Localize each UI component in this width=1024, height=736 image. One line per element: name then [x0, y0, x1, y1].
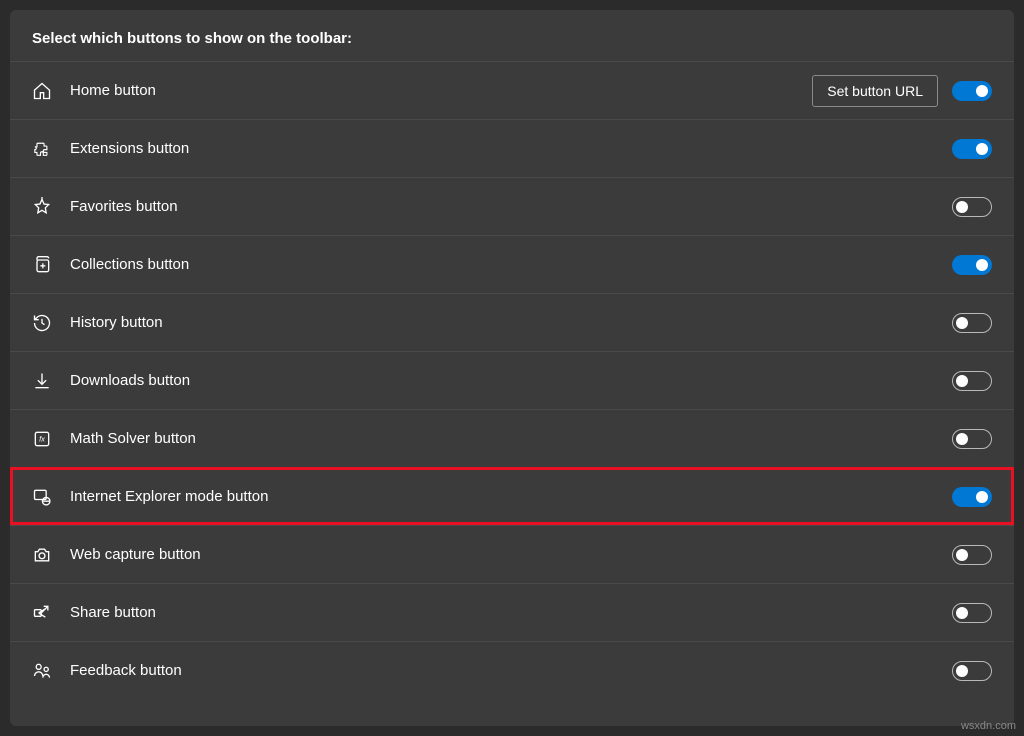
toggle-knob: [956, 607, 968, 619]
row-share: Share button: [10, 583, 1014, 641]
row-actions: [952, 545, 992, 565]
toggle-math-solver[interactable]: [952, 429, 992, 449]
row-label: Internet Explorer mode button: [70, 488, 952, 505]
row-history: History button: [10, 293, 1014, 351]
row-label: Math Solver button: [70, 430, 952, 447]
feedback-icon: [32, 661, 52, 681]
row-label: Feedback button: [70, 662, 952, 679]
row-actions: [952, 603, 992, 623]
toggle-ie-mode[interactable]: [952, 487, 992, 507]
row-home: Home buttonSet button URL: [10, 61, 1014, 119]
row-downloads: Downloads button: [10, 351, 1014, 409]
row-actions: [952, 197, 992, 217]
panel-header: Select which buttons to show on the tool…: [10, 10, 1014, 61]
row-actions: [952, 313, 992, 333]
toggle-extensions[interactable]: [952, 139, 992, 159]
row-label: Favorites button: [70, 198, 952, 215]
share-icon: [32, 603, 52, 623]
math-icon: fx: [32, 429, 52, 449]
row-actions: [952, 139, 992, 159]
watermark: wsxdn.com: [961, 720, 1016, 732]
collections-icon: [32, 255, 52, 275]
row-label: Extensions button: [70, 140, 952, 157]
row-extensions: Extensions button: [10, 119, 1014, 177]
toggle-downloads[interactable]: [952, 371, 992, 391]
history-icon: [32, 313, 52, 333]
toggle-history[interactable]: [952, 313, 992, 333]
toggle-knob: [976, 143, 988, 155]
row-label: Home button: [70, 82, 812, 99]
set-button-url-button[interactable]: Set button URL: [812, 75, 938, 107]
toggle-knob: [956, 317, 968, 329]
toggle-knob: [956, 549, 968, 561]
row-actions: [952, 429, 992, 449]
download-icon: [32, 371, 52, 391]
puzzle-icon: [32, 139, 52, 159]
row-actions: Set button URL: [812, 75, 992, 107]
svg-text:fx: fx: [39, 434, 45, 443]
row-ie-mode: Internet Explorer mode button: [10, 467, 1014, 525]
row-favorites: Favorites button: [10, 177, 1014, 235]
toggle-home[interactable]: [952, 81, 992, 101]
star-icon: [32, 197, 52, 217]
row-math-solver: fx Math Solver button: [10, 409, 1014, 467]
ie-icon: [32, 487, 52, 507]
row-actions: [952, 661, 992, 681]
rows-container: Home buttonSet button URL Extensions butt…: [10, 61, 1014, 699]
row-feedback: Feedback button: [10, 641, 1014, 699]
row-label: Downloads button: [70, 372, 952, 389]
toggle-knob: [956, 665, 968, 677]
row-label: Collections button: [70, 256, 952, 273]
camera-icon: [32, 545, 52, 565]
row-actions: [952, 255, 992, 275]
toggle-web-capture[interactable]: [952, 545, 992, 565]
toggle-knob: [976, 85, 988, 97]
toggle-feedback[interactable]: [952, 661, 992, 681]
home-icon: [32, 81, 52, 101]
row-label: History button: [70, 314, 952, 331]
toggle-knob: [956, 433, 968, 445]
toggle-knob: [976, 259, 988, 271]
toggle-knob: [956, 375, 968, 387]
toggle-share[interactable]: [952, 603, 992, 623]
toggle-knob: [976, 491, 988, 503]
toggle-favorites[interactable]: [952, 197, 992, 217]
row-label: Share button: [70, 604, 952, 621]
toggle-knob: [956, 201, 968, 213]
row-collections: Collections button: [10, 235, 1014, 293]
row-actions: [952, 371, 992, 391]
toolbar-buttons-panel: Select which buttons to show on the tool…: [10, 10, 1014, 726]
row-web-capture: Web capture button: [10, 525, 1014, 583]
row-label: Web capture button: [70, 546, 952, 563]
toggle-collections[interactable]: [952, 255, 992, 275]
row-actions: [952, 487, 992, 507]
